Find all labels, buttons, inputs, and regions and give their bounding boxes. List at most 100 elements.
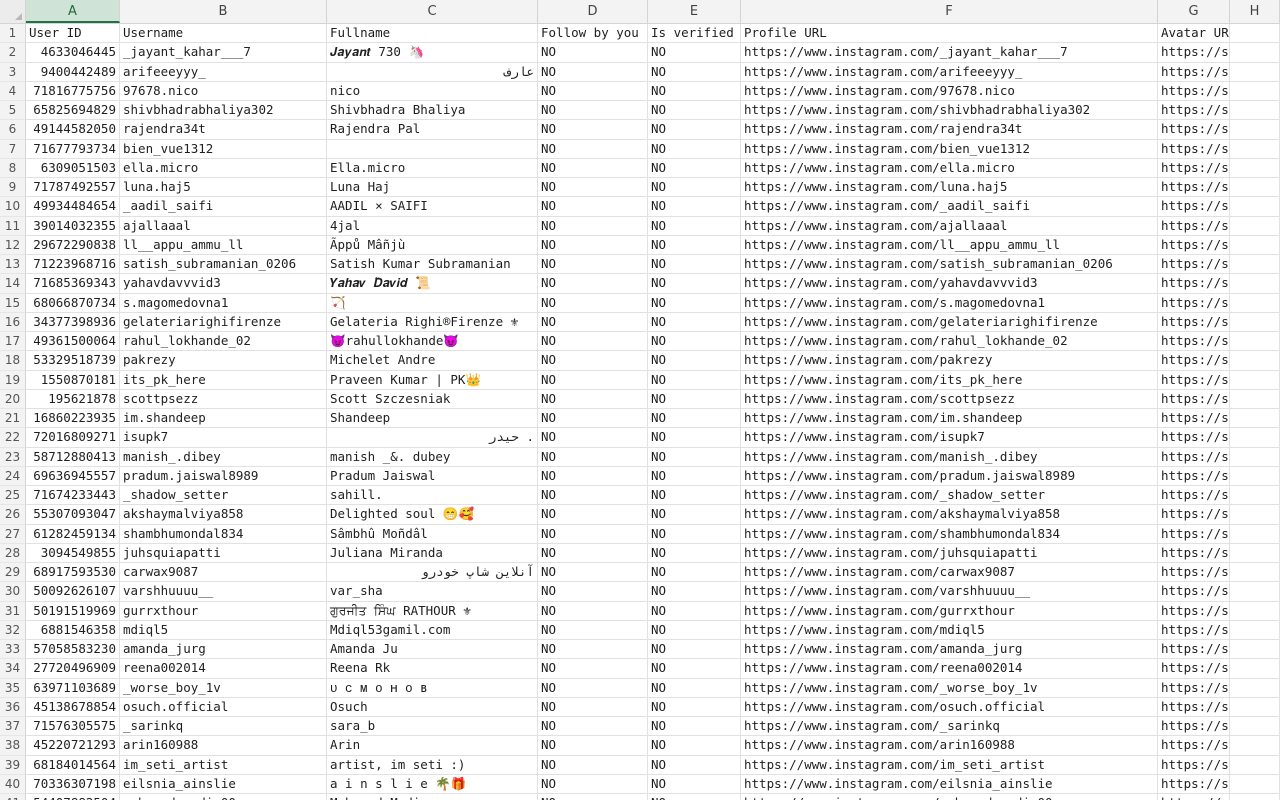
column-header-b[interactable]: B <box>120 0 327 23</box>
cell-a[interactable]: 195621878 <box>26 389 120 409</box>
cell-c[interactable]: 🏹 <box>327 293 538 313</box>
select-all-corner[interactable] <box>0 0 26 23</box>
cell-d[interactable]: NO <box>538 255 648 275</box>
cell-b[interactable]: osuch.official <box>120 697 327 717</box>
cell-f[interactable]: https://www.instagram.com/bien_vue1312 <box>741 139 1158 159</box>
cell-e[interactable]: NO <box>648 794 741 800</box>
cell-a[interactable]: 58712880413 <box>26 447 120 467</box>
cell-a[interactable]: 29672290838 <box>26 235 120 255</box>
cell-d[interactable]: NO <box>538 101 648 121</box>
cell-d[interactable]: NO <box>538 216 648 236</box>
cell-d[interactable]: NO <box>538 717 648 737</box>
cell-b[interactable]: muhamed_mudi_00 <box>120 794 327 800</box>
cell-h[interactable] <box>1230 158 1280 178</box>
cell-f[interactable]: https://www.instagram.com/arin160988 <box>741 736 1158 756</box>
cell-d[interactable]: NO <box>538 235 648 255</box>
cell-h[interactable] <box>1230 640 1280 660</box>
cell-e[interactable]: NO <box>648 351 741 371</box>
cell-c[interactable]: Luna Haj <box>327 178 538 198</box>
cell-b[interactable]: ella.micro <box>120 158 327 178</box>
cell-f[interactable]: https://www.instagram.com/rahul_lokhande… <box>741 332 1158 352</box>
cell-e[interactable]: NO <box>648 447 741 467</box>
cell-h[interactable] <box>1230 505 1280 525</box>
cell-h[interactable] <box>1230 447 1280 467</box>
cell-h[interactable] <box>1230 139 1280 159</box>
cell-a[interactable]: 71674233443 <box>26 486 120 506</box>
cell-b[interactable]: ll__appu_ammu_ll <box>120 235 327 255</box>
cell-c[interactable]: var_sha <box>327 582 538 602</box>
cell-b[interactable]: pakrezy <box>120 351 327 371</box>
cell-h[interactable] <box>1230 101 1280 121</box>
cell-a[interactable]: 34377398936 <box>26 312 120 332</box>
cell-a[interactable]: 1550870181 <box>26 370 120 390</box>
row-number[interactable]: 37 <box>0 717 26 737</box>
cell-e[interactable]: NO <box>648 120 741 140</box>
cell-c[interactable]: Scott Szczesniak <box>327 389 538 409</box>
row-number[interactable]: 6 <box>0 120 26 140</box>
cell-e[interactable]: NO <box>648 640 741 660</box>
cell-c[interactable]: AADIL × SAIFI <box>327 197 538 217</box>
cell-f[interactable]: https://www.instagram.com/isupk7 <box>741 428 1158 448</box>
cell-a[interactable]: 55307093047 <box>26 505 120 525</box>
cell-g[interactable]: https://scontent <box>1158 158 1230 178</box>
cell-d[interactable]: NO <box>538 505 648 525</box>
cell-d[interactable]: NO <box>538 466 648 486</box>
cell-d[interactable]: NO <box>538 428 648 448</box>
cell-c[interactable]: عارف <box>327 62 538 82</box>
column-header-d[interactable]: D <box>538 0 648 23</box>
row-number[interactable]: 5 <box>0 101 26 121</box>
cell-g[interactable]: https://scontent <box>1158 332 1230 352</box>
cell-d[interactable]: NO <box>538 640 648 660</box>
cell-b[interactable]: eilsnia_ainslie <box>120 774 327 794</box>
cell-d[interactable]: NO <box>538 794 648 800</box>
cell-e[interactable]: NO <box>648 486 741 506</box>
cell-a[interactable]: 39014032355 <box>26 216 120 236</box>
cell-d[interactable]: NO <box>538 389 648 409</box>
cell-a[interactable]: 68066870734 <box>26 293 120 313</box>
cell-e[interactable]: NO <box>648 755 741 775</box>
cell-g[interactable]: https://scontent <box>1158 524 1230 544</box>
cell-h[interactable] <box>1230 43 1280 63</box>
cell-h[interactable] <box>1230 255 1280 275</box>
cell-c[interactable]: ᴜ ᴄ ᴍ ᴏ ʜ ᴏ ʙ <box>327 678 538 698</box>
cell-a[interactable]: 72016809271 <box>26 428 120 448</box>
cell-b[interactable]: s.magomedovna1 <box>120 293 327 313</box>
cell-h[interactable] <box>1230 620 1280 640</box>
cell-a[interactable]: 50191519969 <box>26 601 120 621</box>
cell-c[interactable]: Rajendra Pal <box>327 120 538 140</box>
cell-g[interactable]: https://scontent <box>1158 678 1230 698</box>
cell-c[interactable]: Ella.micro <box>327 158 538 178</box>
cell-h[interactable] <box>1230 428 1280 448</box>
cell-e[interactable]: NO <box>648 255 741 275</box>
cell-h[interactable] <box>1230 120 1280 140</box>
cell-b[interactable]: mdiql5 <box>120 620 327 640</box>
cell-d[interactable]: NO <box>538 620 648 640</box>
cell-f[interactable]: Profile URL <box>741 24 1158 44</box>
cell-h[interactable] <box>1230 736 1280 756</box>
cell-g[interactable]: https://scontent <box>1158 370 1230 390</box>
cell-f[interactable]: https://www.instagram.com/osuch.official <box>741 697 1158 717</box>
cell-e[interactable]: Is verified <box>648 24 741 44</box>
cell-g[interactable]: https://scontent <box>1158 601 1230 621</box>
cell-c[interactable]: Gelateria Righi®Firenze ⚜ <box>327 312 538 332</box>
cell-e[interactable]: NO <box>648 216 741 236</box>
cell-c[interactable]: Shivbhadra Bhaliya <box>327 101 538 121</box>
cell-g[interactable]: https://scontent <box>1158 62 1230 82</box>
row-number[interactable]: 41 <box>0 794 26 800</box>
cell-d[interactable]: NO <box>538 697 648 717</box>
cell-b[interactable]: bien_vue1312 <box>120 139 327 159</box>
cell-f[interactable]: https://www.instagram.com/reena002014 <box>741 659 1158 679</box>
cell-f[interactable]: https://www.instagram.com/_aadil_saifi <box>741 197 1158 217</box>
cell-a[interactable]: 4633046445 <box>26 43 120 63</box>
row-number[interactable]: 1 <box>0 24 26 44</box>
cell-c[interactable]: Juliana Miranda <box>327 543 538 563</box>
cell-b[interactable]: rahul_lokhande_02 <box>120 332 327 352</box>
cell-c[interactable]: artist, im seti :) <box>327 755 538 775</box>
cell-e[interactable]: NO <box>648 678 741 698</box>
cell-g[interactable]: https://scontent <box>1158 389 1230 409</box>
cell-g[interactable]: https://scontent <box>1158 178 1230 198</box>
cell-e[interactable]: NO <box>648 312 741 332</box>
cell-g[interactable]: https://scontent <box>1158 293 1230 313</box>
cell-c[interactable]: آنلاین شاپ خودرو <box>327 563 538 583</box>
cell-a[interactable]: 27720496909 <box>26 659 120 679</box>
